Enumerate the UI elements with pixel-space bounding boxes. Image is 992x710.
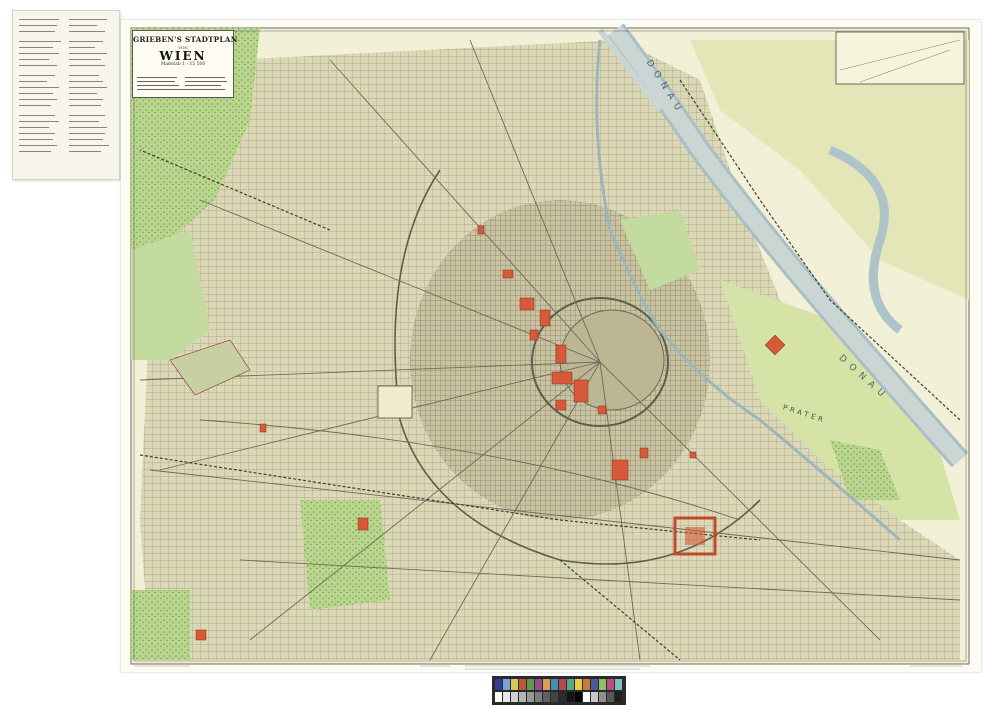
scan-canvas: GRIEBEN'S STADTPLAN VON WIEN Maßstab 1 :…	[0, 0, 992, 710]
calibration-color-patch	[535, 679, 542, 690]
calibration-color-patch	[551, 679, 558, 690]
calibration-color-patch	[599, 679, 606, 690]
calibration-gray-step	[511, 692, 518, 702]
calibration-color-patch	[511, 679, 518, 690]
calibration-color-patch	[527, 679, 534, 690]
calibration-color-patch	[583, 679, 590, 690]
calibration-gray-step	[559, 692, 566, 702]
calibration-color-patch	[607, 679, 614, 690]
calibration-color-patch	[575, 679, 582, 690]
calibration-color-patch	[567, 679, 574, 690]
calibration-gray-step	[607, 692, 614, 702]
calibration-gray-step	[527, 692, 534, 702]
calibration-color-patch	[519, 679, 526, 690]
color-calibration-bar	[492, 676, 626, 705]
calibration-gray-step	[567, 692, 574, 702]
calibration-gray-step	[583, 692, 590, 702]
calibration-gray-step	[495, 692, 502, 702]
calibration-gray-step	[615, 692, 622, 702]
calibration-color-patch	[503, 679, 510, 690]
calibration-color-patch	[591, 679, 598, 690]
calibration-gray-step	[519, 692, 526, 702]
calibration-gray-step	[599, 692, 606, 702]
calibration-gray-step	[543, 692, 550, 702]
calibration-color-patch	[615, 679, 622, 690]
calibration-gray-step	[503, 692, 510, 702]
calibration-color-patch	[559, 679, 566, 690]
margin-print	[134, 665, 962, 670]
calibration-color-patch	[495, 679, 502, 690]
calibration-gray-step	[535, 692, 542, 702]
calibration-gray-step	[591, 692, 598, 702]
calibration-gray-step	[551, 692, 558, 702]
calibration-gray-step	[575, 692, 582, 702]
calibration-color-patch	[543, 679, 550, 690]
